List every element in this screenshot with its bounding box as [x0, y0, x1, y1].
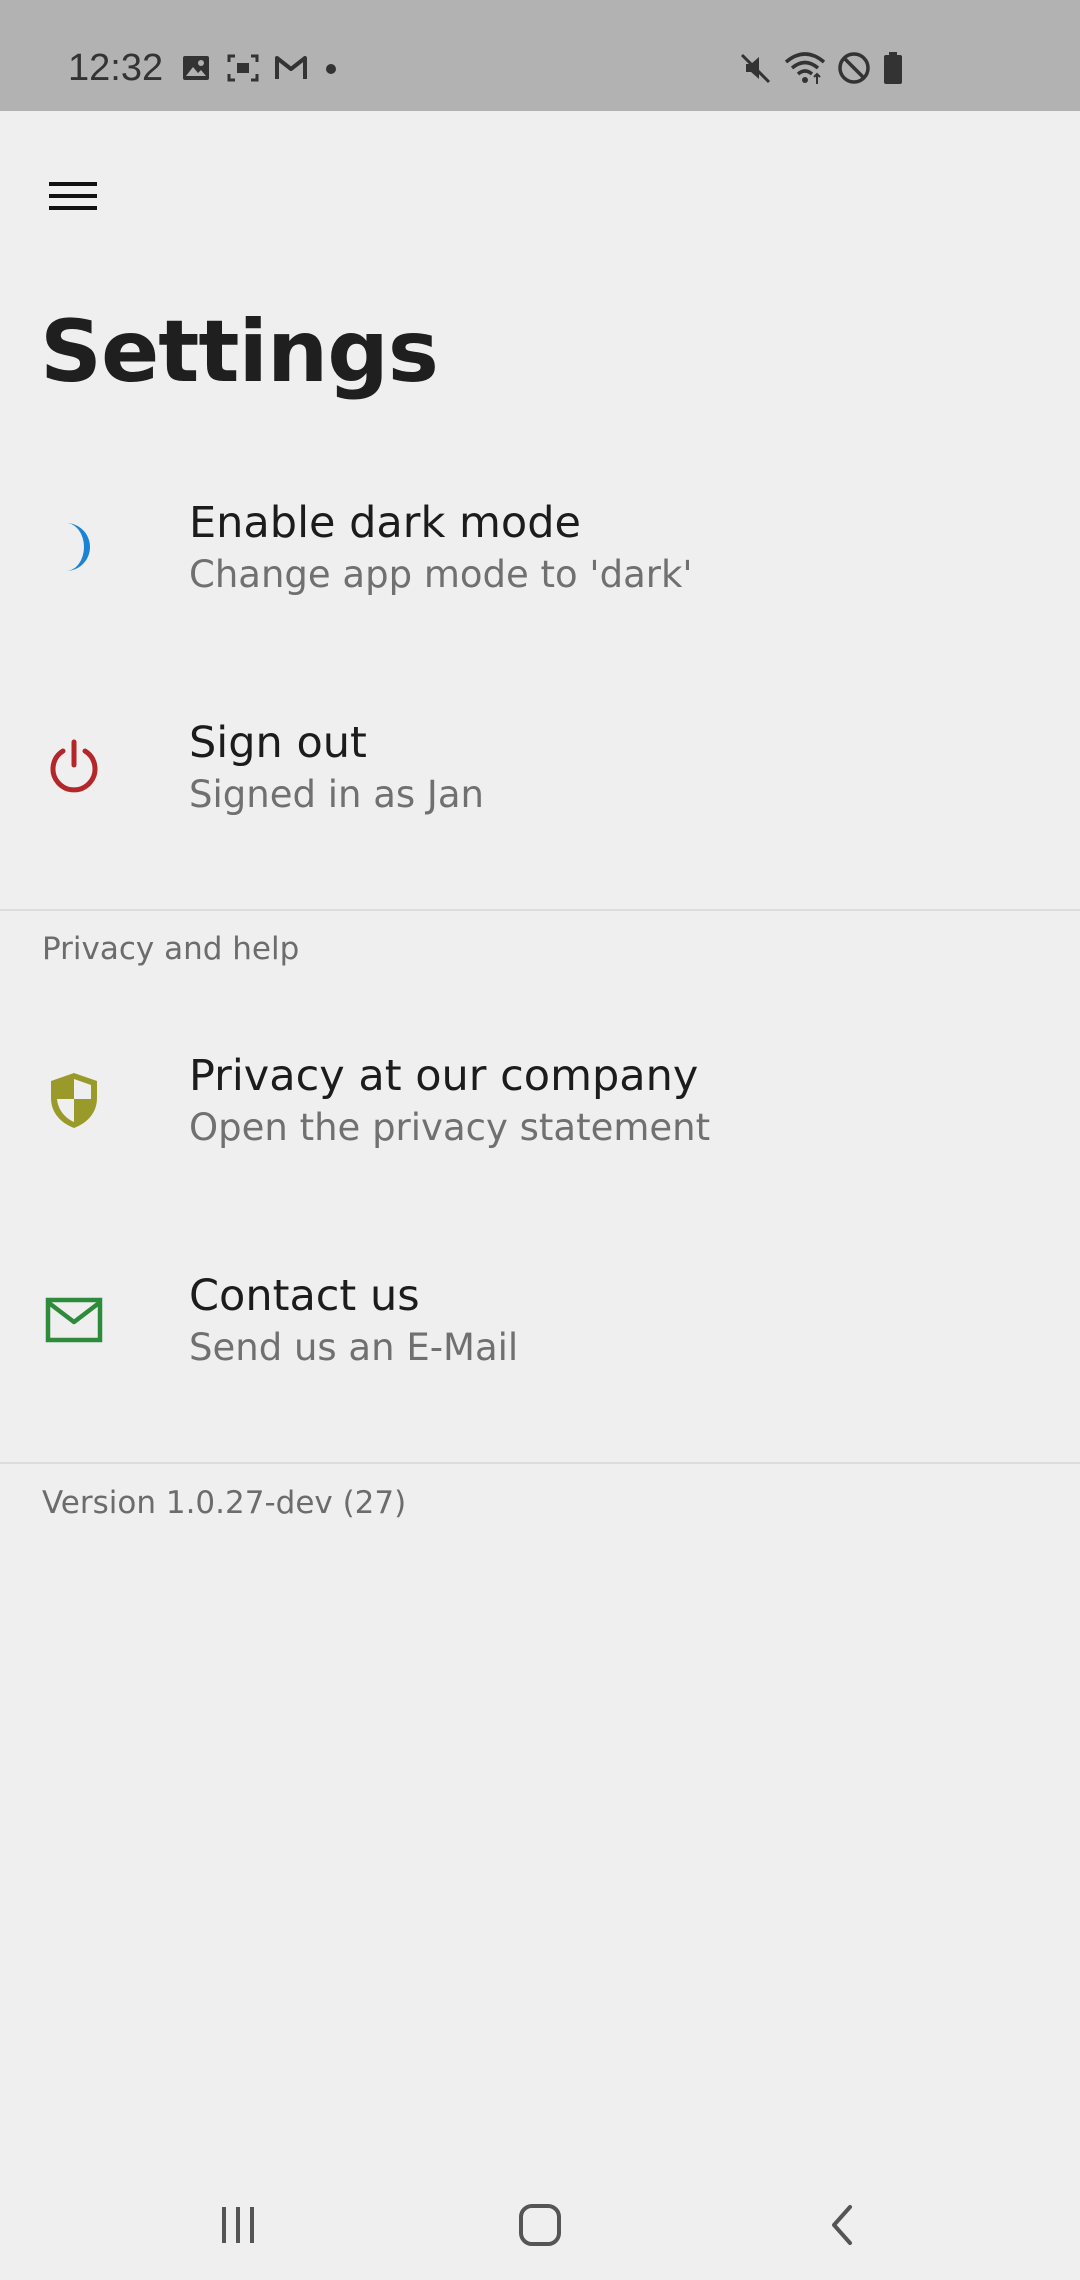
mute-icon: [738, 50, 774, 86]
setting-title: Enable dark mode: [189, 498, 581, 548]
hamburger-menu-icon: [48, 176, 98, 220]
page-title: Settings: [40, 302, 439, 402]
sign-out-setting[interactable]: Sign out Signed in as Jan: [0, 673, 1080, 873]
power-icon: [40, 733, 108, 801]
setting-subtitle: Change app mode to 'dark': [189, 553, 693, 596]
home-icon: [516, 2201, 564, 2253]
app-version: Version 1.0.27-dev (27): [42, 1485, 407, 1521]
mail-icon: [40, 1286, 108, 1354]
battery-icon: [882, 50, 904, 86]
back-icon: [822, 2201, 862, 2253]
setting-title: Privacy at our company: [189, 1051, 699, 1101]
setting-title: Sign out: [189, 718, 367, 768]
status-bar: 12:32: [0, 0, 1080, 111]
recent-apps-icon: [216, 2203, 260, 2251]
dark-mode-setting[interactable]: Enable dark mode Change app mode to 'dar…: [0, 453, 1080, 653]
back-button[interactable]: [787, 2187, 897, 2267]
system-nav-bar: [0, 2169, 1080, 2280]
gmail-icon: [274, 52, 308, 84]
privacy-statement-setting[interactable]: Privacy at our company Open the privacy …: [0, 1006, 1080, 1206]
dot-icon: [322, 52, 340, 84]
setting-subtitle: Signed in as Jan: [189, 773, 484, 816]
do-not-disturb-icon: [836, 50, 872, 86]
section-header-privacy: Privacy and help: [42, 931, 300, 967]
shield-icon: [40, 1066, 108, 1134]
home-button[interactable]: [485, 2187, 595, 2267]
setting-subtitle: Open the privacy statement: [189, 1106, 711, 1149]
setting-subtitle: Send us an E-Mail: [189, 1326, 519, 1369]
setting-title: Contact us: [189, 1271, 420, 1321]
status-time: 12:32: [68, 47, 164, 89]
moon-icon: [40, 513, 108, 581]
wifi-icon: [784, 50, 826, 86]
settings-screen: Settings Enable dark mode Change app mod…: [0, 111, 1080, 2169]
hamburger-menu-button[interactable]: [36, 161, 110, 235]
status-notification-icons: [180, 50, 340, 86]
section-divider: [0, 1462, 1080, 1464]
status-system-icons: [738, 50, 904, 86]
section-divider: [0, 909, 1080, 911]
recent-apps-button[interactable]: [183, 2187, 293, 2267]
contact-us-setting[interactable]: Contact us Send us an E-Mail: [0, 1226, 1080, 1426]
screen-record-icon: [226, 52, 260, 84]
image-icon: [180, 52, 212, 84]
